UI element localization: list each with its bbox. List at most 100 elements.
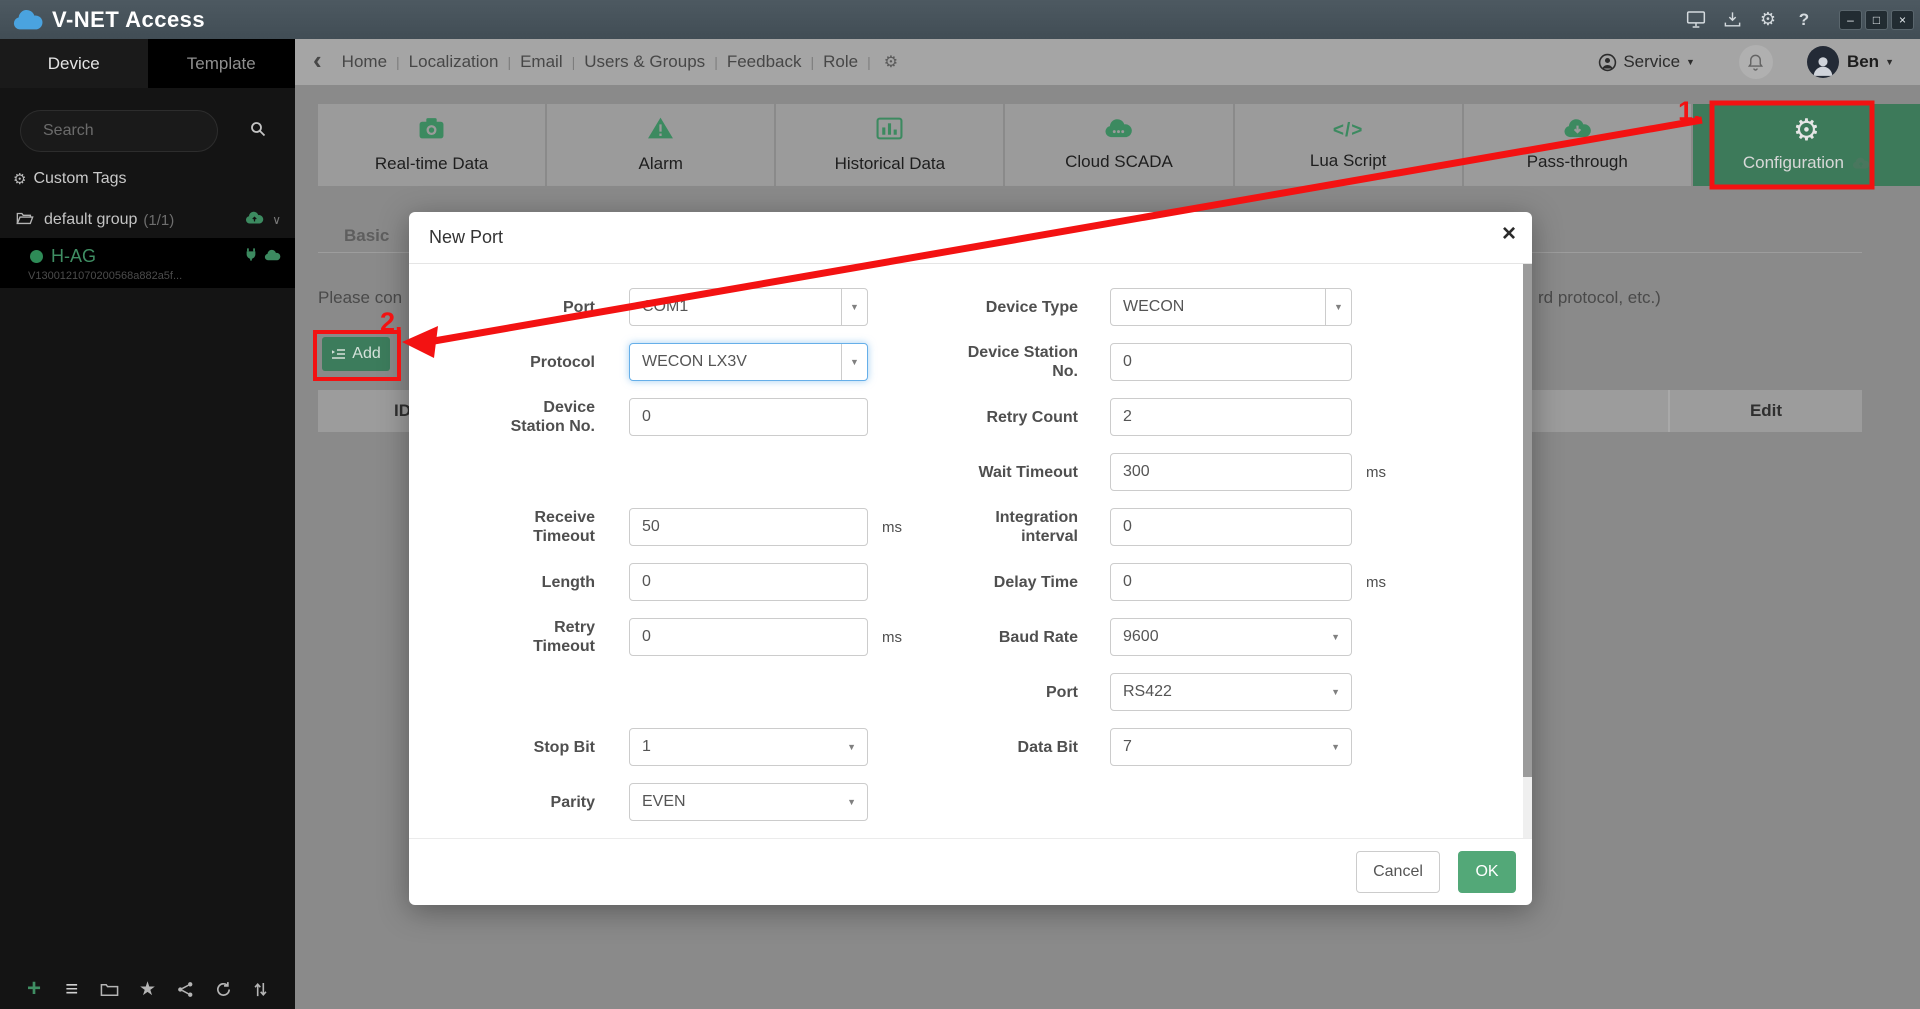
ok-button[interactable]: OK bbox=[1458, 851, 1516, 893]
device-plug-icon[interactable] bbox=[244, 247, 258, 266]
stop-bit-select[interactable]: 1 ▼ bbox=[629, 728, 868, 766]
caret-down-icon: ▼ bbox=[1686, 57, 1695, 67]
custom-tags-row[interactable]: ⚙ Custom Tags bbox=[13, 170, 295, 188]
service-dropdown[interactable]: Service ▼ bbox=[1598, 52, 1695, 72]
maximize-button[interactable]: □ bbox=[1865, 10, 1888, 30]
text-input[interactable] bbox=[1111, 509, 1351, 545]
download-icon[interactable] bbox=[1721, 10, 1743, 30]
tab-label: Cloud SCADA bbox=[1065, 152, 1173, 172]
breadcrumb-users-groups[interactable]: Users & Groups bbox=[584, 52, 705, 72]
tab-historical-data[interactable]: Historical Data bbox=[776, 104, 1003, 186]
device-type-select[interactable]: WECON ▼ bbox=[1110, 288, 1352, 326]
select-value: 1 bbox=[642, 738, 651, 756]
wait-timeout-input[interactable] bbox=[1110, 453, 1352, 491]
notifications-bell-icon[interactable] bbox=[1739, 45, 1773, 79]
device-station-no-left-input[interactable] bbox=[629, 398, 868, 436]
sidebar-tab-device[interactable]: Device bbox=[0, 39, 148, 88]
port-select[interactable]: COM1 ▼ bbox=[629, 288, 868, 326]
text-input[interactable] bbox=[630, 619, 867, 655]
group-row[interactable]: default group (1/1) ∨ bbox=[0, 202, 295, 238]
breadcrumb-separator: | bbox=[811, 54, 815, 70]
breadcrumb-localization[interactable]: Localization bbox=[409, 52, 499, 72]
data-bit-select[interactable]: 7 ▼ bbox=[1110, 728, 1352, 766]
hint-text-left: Please con bbox=[318, 288, 402, 308]
text-input[interactable] bbox=[1111, 399, 1351, 435]
close-icon[interactable]: × bbox=[1502, 222, 1516, 246]
refresh-icon[interactable] bbox=[211, 977, 235, 1001]
retry-timeout-input[interactable] bbox=[629, 618, 868, 656]
cloud-icon[interactable] bbox=[264, 248, 281, 266]
text-input[interactable] bbox=[630, 564, 867, 600]
breadcrumb-feedback[interactable]: Feedback bbox=[727, 52, 802, 72]
search-box[interactable] bbox=[20, 110, 218, 152]
sort-icon[interactable] bbox=[249, 977, 273, 1001]
receive-timeout-input[interactable] bbox=[629, 508, 868, 546]
text-input[interactable] bbox=[1111, 344, 1351, 380]
tab-lua-script[interactable]: </> Lua Script bbox=[1235, 104, 1462, 186]
chevron-down-icon[interactable]: ∨ bbox=[272, 213, 281, 227]
port-type-select[interactable]: RS422 ▼ bbox=[1110, 673, 1352, 711]
breadcrumb-separator: | bbox=[867, 54, 871, 70]
baud-rate-select[interactable]: 9600 ▼ bbox=[1110, 618, 1352, 656]
text-input[interactable] bbox=[630, 399, 867, 435]
caret-down-icon[interactable]: ▼ bbox=[1885, 57, 1894, 67]
sidebar-tab-template[interactable]: Template bbox=[148, 39, 296, 88]
device-station-no-right-input[interactable] bbox=[1110, 343, 1352, 381]
text-input[interactable] bbox=[1111, 564, 1351, 600]
settings-gear-icon[interactable]: ⚙ bbox=[1757, 10, 1779, 30]
display-icon[interactable] bbox=[1685, 10, 1707, 30]
modal-header: New Port × bbox=[409, 212, 1532, 264]
unit-label: ms bbox=[882, 519, 902, 536]
tab-configuration[interactable]: ⚙ Configuration bbox=[1693, 104, 1920, 186]
field-label: Length bbox=[489, 573, 595, 592]
add-device-icon[interactable]: + bbox=[22, 977, 46, 1001]
field-label: Retry Timeout bbox=[489, 618, 595, 656]
tab-cloud-scada[interactable]: Cloud SCADA bbox=[1005, 104, 1232, 186]
list-menu-icon[interactable]: ≡ bbox=[60, 977, 84, 1001]
breadcrumb-gear-icon[interactable]: ⚙ bbox=[884, 52, 898, 72]
user-avatar[interactable] bbox=[1807, 46, 1839, 78]
search-icon[interactable] bbox=[250, 121, 266, 142]
back-chevron-icon[interactable]: ‹ bbox=[313, 45, 322, 76]
select-arrow-icon: ▼ bbox=[1334, 302, 1343, 312]
help-icon[interactable]: ? bbox=[1793, 10, 1815, 30]
retry-count-input[interactable] bbox=[1110, 398, 1352, 436]
user-name[interactable]: Ben bbox=[1847, 52, 1879, 72]
tab-basic[interactable]: Basic bbox=[344, 226, 389, 246]
cancel-button[interactable]: Cancel bbox=[1356, 851, 1440, 893]
unit-label: ms bbox=[1366, 574, 1386, 591]
tab-realtime-data[interactable]: Real-time Data bbox=[318, 104, 545, 186]
field-label: Integration interval bbox=[954, 508, 1078, 546]
search-input[interactable] bbox=[43, 122, 250, 140]
code-icon: </> bbox=[1333, 120, 1363, 142]
integration-interval-input[interactable] bbox=[1110, 508, 1352, 546]
protocol-select[interactable]: WECON LX3V ▼ bbox=[629, 343, 868, 381]
minimize-button[interactable]: – bbox=[1839, 10, 1862, 30]
breadcrumb-role[interactable]: Role bbox=[823, 52, 858, 72]
device-row-hag[interactable]: H-AG V1300121070200568a882a5f... bbox=[0, 238, 295, 288]
text-input[interactable] bbox=[630, 509, 867, 545]
cloud-upload-icon[interactable] bbox=[245, 211, 264, 229]
add-port-button[interactable]: Add bbox=[322, 337, 390, 371]
length-input[interactable] bbox=[629, 563, 868, 601]
modal-scrollbar[interactable] bbox=[1523, 264, 1532, 838]
field-label: Retry Count bbox=[954, 408, 1078, 427]
select-value: 7 bbox=[1123, 738, 1132, 756]
breadcrumb-email[interactable]: Email bbox=[520, 52, 563, 72]
tab-alarm[interactable]: Alarm bbox=[547, 104, 774, 186]
share-icon[interactable] bbox=[173, 977, 197, 1001]
delay-time-input[interactable] bbox=[1110, 563, 1352, 601]
close-window-button[interactable]: × bbox=[1891, 10, 1914, 30]
star-icon[interactable]: ★ bbox=[135, 977, 159, 1001]
field-label: Device Station No. bbox=[489, 398, 595, 436]
parity-select[interactable]: EVEN ▼ bbox=[629, 783, 868, 821]
field-label: Data Bit bbox=[954, 738, 1078, 757]
folder-icon[interactable] bbox=[98, 977, 122, 1001]
field-label: Delay Time bbox=[954, 573, 1078, 592]
text-input[interactable] bbox=[1111, 454, 1351, 490]
select-arrow-icon: ▼ bbox=[1331, 632, 1340, 642]
unit-label: ms bbox=[882, 629, 902, 646]
breadcrumb-home[interactable]: Home bbox=[342, 52, 387, 72]
tab-pass-through[interactable]: Pass-through bbox=[1464, 104, 1691, 186]
scrollbar-thumb[interactable] bbox=[1523, 264, 1532, 777]
